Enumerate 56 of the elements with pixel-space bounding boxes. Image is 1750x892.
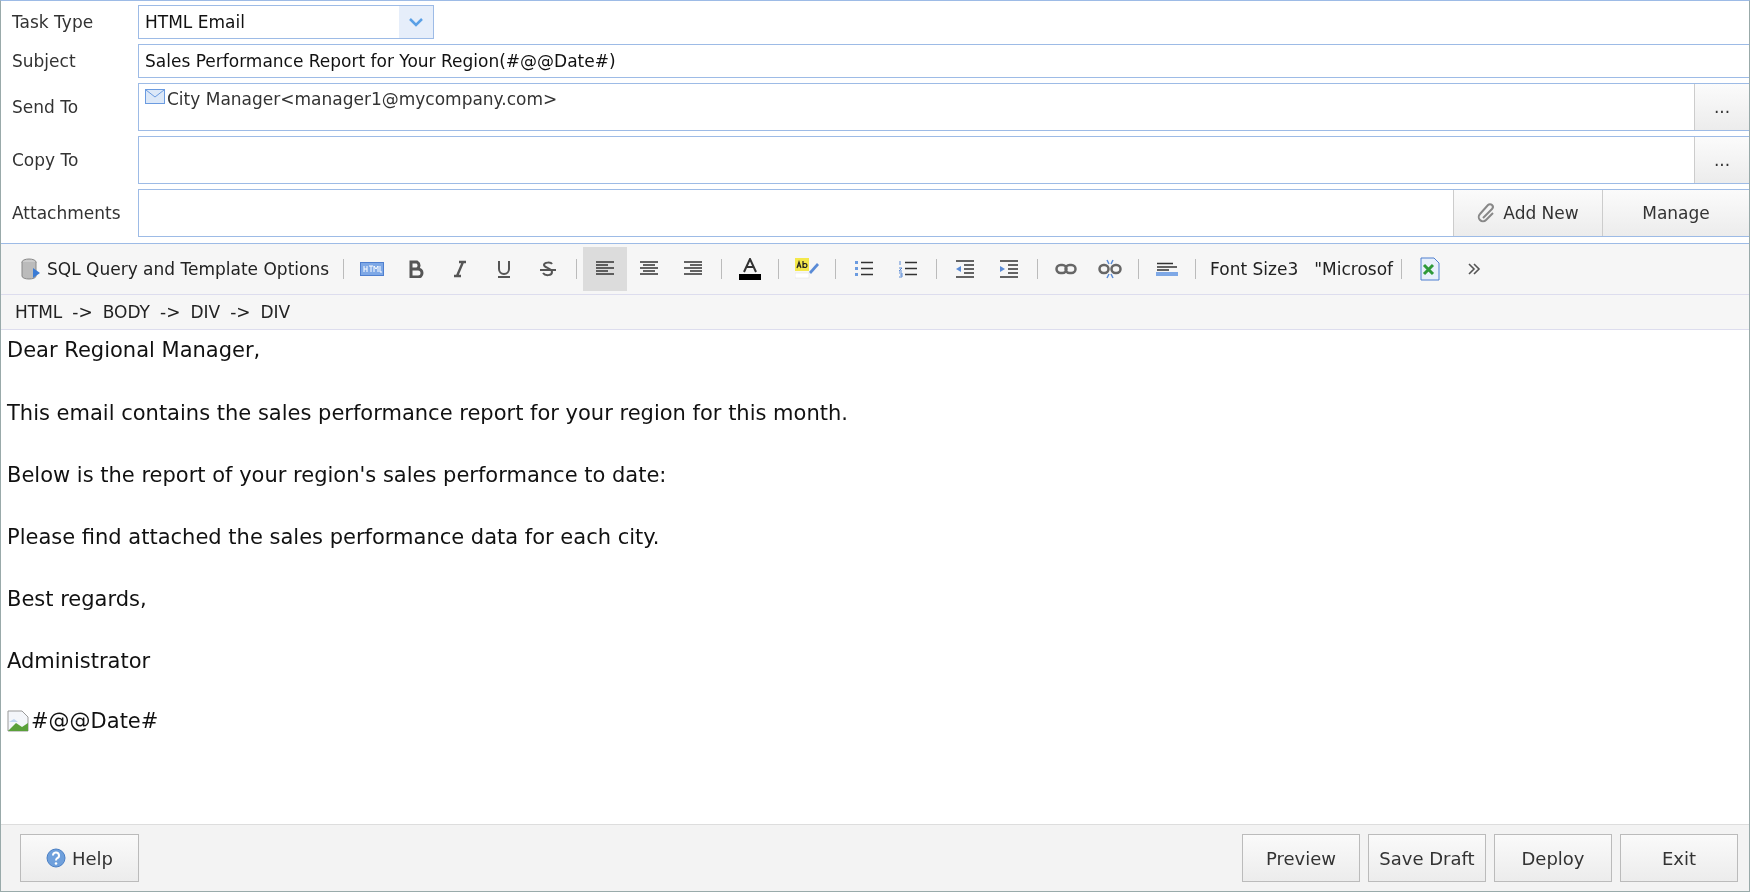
breadcrumb-separator: ->	[72, 302, 93, 322]
browse-button[interactable]: ...	[1694, 84, 1749, 130]
link-icon	[1055, 263, 1078, 275]
body-paragraph: Below is the report of your region's sales performance to date:	[7, 462, 668, 489]
italic-icon	[453, 260, 468, 278]
unlink-icon	[1098, 259, 1123, 279]
strikethrough-icon	[539, 260, 558, 278]
database-icon	[21, 258, 41, 280]
font-size-dropdown[interactable]: Font Size3	[1202, 247, 1307, 291]
envelope-icon	[145, 89, 165, 104]
align-left-icon	[595, 261, 616, 277]
breadcrumb-item[interactable]: HTML	[15, 302, 63, 322]
numbered-list-icon	[898, 260, 919, 278]
field-label: Task Type	[11, 11, 95, 34]
align-right-icon	[683, 261, 704, 277]
html-icon	[360, 262, 385, 276]
broken-image-icon	[7, 710, 29, 732]
underline-icon	[496, 259, 513, 279]
body-paragraph: Best regards,	[7, 586, 148, 613]
bullet-list-icon	[854, 260, 875, 278]
indent-icon	[999, 260, 1020, 278]
field-label: Send To	[11, 96, 80, 119]
field-label: Subject	[11, 50, 77, 73]
footer-button[interactable]: Deploy	[1494, 834, 1612, 882]
recipient[interactable]: City Manager<manager1@mycompany.com>	[167, 89, 558, 109]
sql-options-button[interactable]: SQL Query and Template Options	[13, 247, 338, 291]
more-icon	[1467, 262, 1482, 276]
breadcrumb-item[interactable]: BODY	[102, 302, 150, 322]
body-paragraph: This email contains the sales performance report for your region for this month.	[7, 400, 849, 427]
body-paragraph: Administrator	[7, 648, 152, 675]
breadcrumb-separator: ->	[230, 302, 251, 322]
task-type-dropdown[interactable]: HTML Email	[138, 5, 434, 39]
horizontal-rule-icon	[1156, 262, 1179, 276]
highlight-icon	[795, 258, 820, 280]
bold-icon	[408, 260, 425, 278]
text-color-icon	[739, 258, 762, 280]
footer-button[interactable]: Preview	[1242, 834, 1360, 882]
subject-input[interactable]: Sales Performance Report for Your Region(#@@Date#)	[138, 44, 1749, 78]
field-label: Copy To	[11, 149, 80, 172]
breadcrumb-separator: ->	[160, 302, 181, 322]
outdent-icon	[955, 260, 976, 278]
breadcrumb-item[interactable]: DIV	[260, 302, 291, 322]
font-name-dropdown[interactable]: "Microsof	[1306, 247, 1396, 291]
align-left-button[interactable]	[583, 247, 628, 291]
body-paragraph: Dear Regional Manager,	[7, 337, 262, 364]
chevron-down-icon	[399, 6, 433, 38]
footer-button[interactable]: Exit	[1620, 834, 1738, 882]
help-button[interactable]: Help	[20, 834, 139, 882]
align-center-icon	[639, 261, 660, 277]
field-label: Attachments	[11, 202, 122, 225]
breadcrumb-item[interactable]: DIV	[190, 302, 221, 322]
image-alt-text: #@@Date#	[31, 709, 159, 733]
footer-button[interactable]: Save Draft	[1368, 834, 1486, 882]
spreadsheet-icon	[1420, 257, 1441, 281]
body-paragraph: Please find attached the sales performance data for each city.	[7, 524, 661, 551]
help-icon	[45, 848, 66, 868]
